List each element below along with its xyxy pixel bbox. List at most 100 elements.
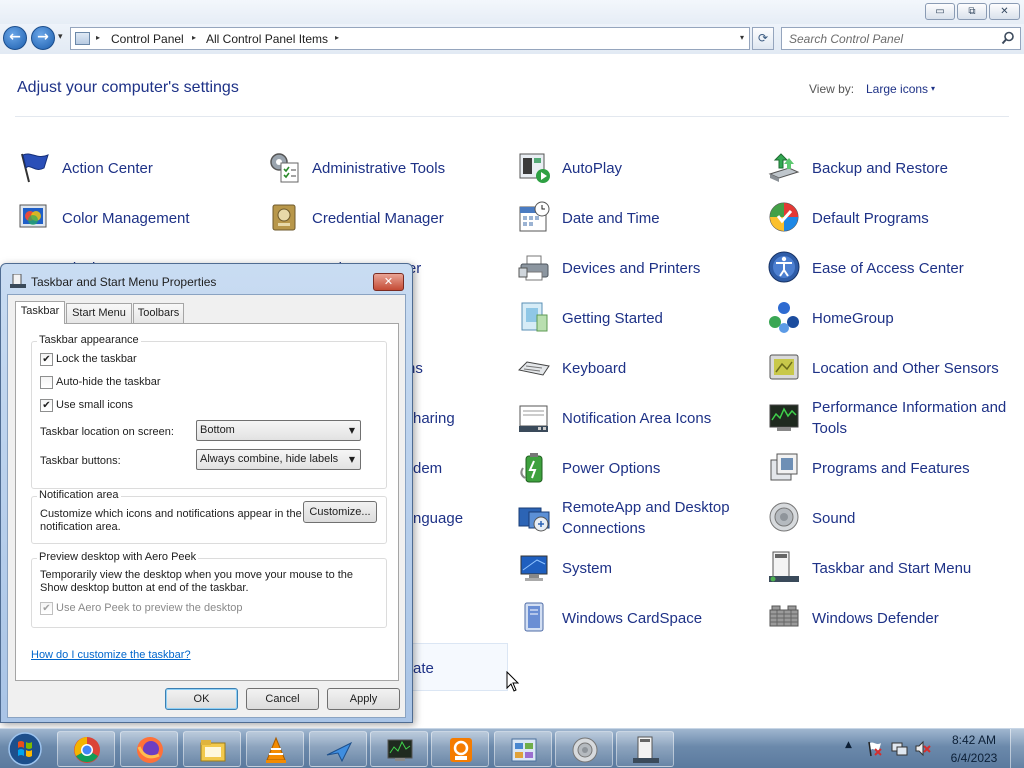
buttons-label: Taskbar buttons: <box>40 455 121 467</box>
cp-item-action-center[interactable]: Action Center <box>17 146 257 190</box>
help-link[interactable]: How do I customize the taskbar? <box>31 649 191 661</box>
cp-item-label: Notification Area Icons <box>562 409 712 427</box>
cp-item-homegroup[interactable]: HomeGroup <box>767 296 1007 340</box>
ok-button[interactable]: OK <box>165 688 238 710</box>
tab-toolbars[interactable]: Toolbars <box>133 303 184 323</box>
cp-item-programs-and-features[interactable]: Programs and Features <box>767 446 1007 490</box>
show-hidden-icons-button[interactable]: ▲ <box>845 740 852 750</box>
cp-item-label: Location and Other Sensors <box>812 359 999 377</box>
tab-start-menu[interactable]: Start Menu <box>66 303 132 323</box>
cp-item-getting-started[interactable]: Getting Started <box>517 296 757 340</box>
cancel-button[interactable]: Cancel <box>246 688 319 710</box>
close-button[interactable]: ✕ <box>989 3 1020 20</box>
taskbar-firefox[interactable] <box>120 731 178 767</box>
dialog-close-button[interactable]: ✕ <box>373 273 404 291</box>
back-button[interactable]: ← <box>3 26 27 50</box>
blue-app-icon <box>326 741 353 763</box>
cp-item-remoteapp[interactable]: RemoteApp and Desktop Connections <box>517 496 757 540</box>
clock-time[interactable]: 8:42 AM <box>950 733 998 747</box>
control-panel-icon <box>75 32 90 45</box>
auto-hide-checkbox[interactable] <box>40 376 53 389</box>
lock-taskbar-checkbox[interactable]: ✔ <box>40 353 53 366</box>
taskbar-vlc[interactable] <box>246 731 304 767</box>
defender-icon <box>769 605 799 627</box>
cp-item-label: Getting Started <box>562 309 663 327</box>
restore-button[interactable]: ⧉ <box>957 3 987 20</box>
recent-pages-dropdown[interactable]: ▾ <box>58 32 63 42</box>
cp-item-sound[interactable]: Sound <box>767 496 1007 540</box>
breadcrumb-separator-icon[interactable]: ▸ <box>192 33 196 42</box>
customize-button[interactable]: Customize... <box>303 501 377 523</box>
taskbar-control-panel[interactable] <box>494 731 552 767</box>
cp-item-label: Action Center <box>62 159 153 177</box>
refresh-button[interactable]: ⟳ <box>752 27 774 50</box>
taskbar-pdf-app[interactable] <box>431 731 489 767</box>
location-sensor-icon <box>769 354 799 380</box>
cp-item-system[interactable]: System <box>517 546 757 590</box>
minimize-button[interactable]: ▭ <box>925 3 955 20</box>
address-dropdown-icon[interactable]: ▾ <box>740 33 744 42</box>
cp-item-label: Ease of Access Center <box>812 259 964 277</box>
search-input[interactable] <box>789 31 999 47</box>
cardspace-icon <box>524 602 544 632</box>
cp-item-autoplay[interactable]: AutoPlay <box>517 146 757 190</box>
search-icon[interactable] <box>1001 31 1015 45</box>
cp-item-power-options[interactable]: Power Options <box>517 446 757 490</box>
search-box[interactable] <box>781 27 1021 50</box>
taskbar-icon <box>769 551 799 582</box>
cp-item-windows-cardspace[interactable]: Windows CardSpace <box>517 596 757 640</box>
ease-of-access-icon <box>768 251 800 283</box>
network-icon[interactable] <box>891 740 908 757</box>
cp-item-label: Power Options <box>562 459 661 477</box>
cp-item-location-sensors[interactable]: Location and Other Sensors <box>767 346 1007 390</box>
cp-item-taskbar-start-menu[interactable]: Taskbar and Start Menu <box>767 546 1007 590</box>
cp-item-credential-manager[interactable]: Credential Manager <box>267 196 507 240</box>
chrome-icon <box>74 737 100 763</box>
breadcrumb-separator-icon[interactable]: ▸ <box>96 33 100 42</box>
cp-item-color-management[interactable]: Color Management <box>17 196 257 240</box>
cp-item-administrative-tools[interactable]: Administrative Tools <box>267 146 507 190</box>
aero-peek-checkbox[interactable]: ✔ <box>40 602 53 615</box>
taskbar-task-manager[interactable] <box>370 731 428 767</box>
cp-item-backup-and-restore[interactable]: Backup and Restore <box>767 146 1007 190</box>
location-select[interactable]: Bottom ▼ <box>196 420 361 441</box>
apply-button[interactable]: Apply <box>327 688 400 710</box>
taskbar-sound[interactable] <box>555 731 613 767</box>
notification-icons-icon <box>519 405 548 432</box>
view-by-dropdown[interactable]: Large icons <box>866 82 928 96</box>
action-center-flag-icon[interactable] <box>866 740 883 757</box>
address-bar[interactable]: ▸ Control Panel ▸ All Control Panel Item… <box>70 27 750 50</box>
buttons-select[interactable]: Always combine, hide labels ▼ <box>196 449 361 470</box>
clock-date[interactable]: 6/4/2023 <box>946 751 1002 765</box>
taskbar-taskbar-properties[interactable] <box>616 731 674 767</box>
show-desktop-button[interactable] <box>1010 729 1024 768</box>
breadcrumb-control-panel[interactable]: Control Panel <box>111 32 184 46</box>
cp-item-performance[interactable]: Performance Information and Tools <box>767 396 1007 440</box>
checkbox-label: Lock the taskbar <box>56 353 137 365</box>
breadcrumb-all-items[interactable]: All Control Panel Items <box>206 32 328 46</box>
cp-item-label: HomeGroup <box>812 309 894 327</box>
cp-item-ease-of-access[interactable]: Ease of Access Center <box>767 246 1007 290</box>
cp-item-date-and-time[interactable]: Date and Time <box>517 196 757 240</box>
chevron-down-icon[interactable]: ▾ <box>931 84 935 93</box>
small-icons-checkbox[interactable]: ✔ <box>40 399 53 412</box>
backup-icon <box>768 153 800 182</box>
tab-panel-taskbar: Taskbar appearance ✔ Lock the taskbar Au… <box>15 323 399 681</box>
cp-item-devices-and-printers[interactable]: Devices and Printers <box>517 246 757 290</box>
cp-item-label: Administrative Tools <box>312 159 446 177</box>
cp-item-default-programs[interactable]: Default Programs <box>767 196 1007 240</box>
cp-item-windows-defender[interactable]: Windows Defender <box>767 596 1007 640</box>
taskbar-chrome[interactable] <box>57 731 115 767</box>
location-select-value: Bottom <box>200 424 235 436</box>
tab-taskbar[interactable]: Taskbar <box>15 301 65 324</box>
notification-description: Customize which icons and notifications … <box>40 508 302 533</box>
start-button[interactable] <box>4 731 46 767</box>
cp-item-notification-area-icons[interactable]: Notification Area Icons <box>517 396 757 440</box>
breadcrumb-separator-icon[interactable]: ▸ <box>335 33 339 42</box>
battery-icon <box>520 453 543 483</box>
taskbar-explorer[interactable] <box>183 731 241 767</box>
taskbar-blue-app[interactable] <box>309 731 367 767</box>
forward-button[interactable]: → <box>31 26 55 50</box>
volume-muted-icon[interactable] <box>914 740 931 757</box>
cp-item-keyboard[interactable]: Keyboard <box>517 346 757 390</box>
